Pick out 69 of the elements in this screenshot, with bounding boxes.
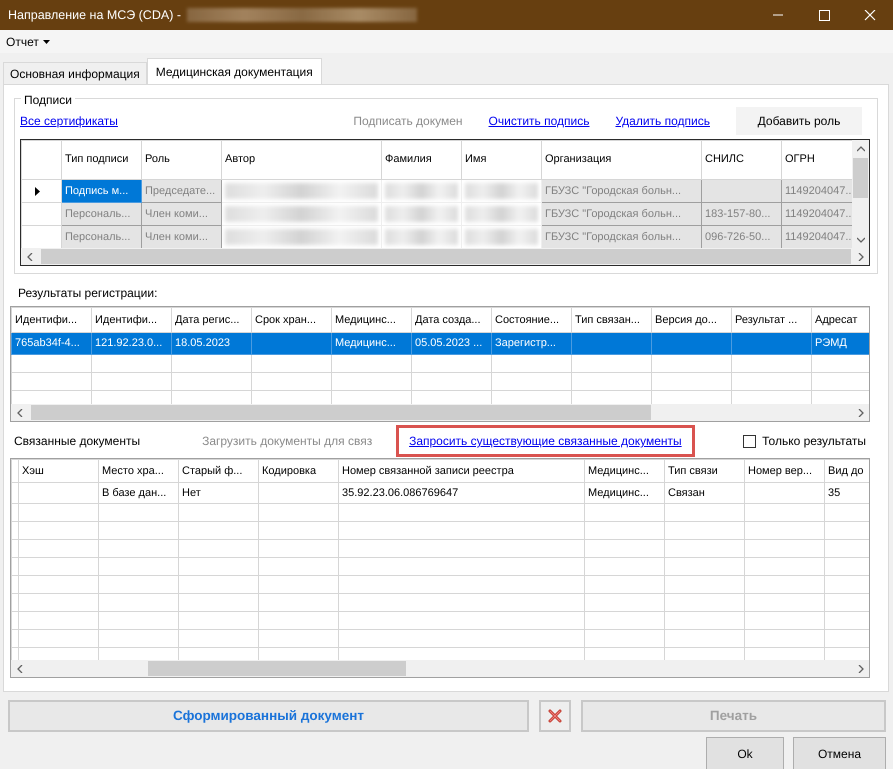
scroll-right-icon[interactable]: [858, 252, 864, 260]
scroll-left-icon[interactable]: [16, 408, 22, 416]
selection-highlight[interactable]: [252, 332, 332, 354]
column-header[interactable]: Старый ф...: [178, 460, 258, 482]
column-header[interactable]: Идентифи...: [12, 308, 92, 332]
column-header[interactable]: СНИЛС: [702, 140, 782, 180]
close-icon[interactable]: [864, 10, 876, 20]
request-link[interactable]: Запросить существующие связанные документы: [409, 434, 682, 448]
column-header[interactable]: Срок хран...: [252, 308, 332, 332]
vertical-scrollbar[interactable]: [852, 140, 869, 248]
column-header[interactable]: Медицинс...: [584, 460, 664, 482]
maximize-icon[interactable]: [818, 10, 830, 20]
scroll-left-icon[interactable]: [26, 252, 32, 260]
column-header[interactable]: Идентифи...: [92, 308, 172, 332]
horizontal-scrollbar[interactable]: [11, 404, 869, 421]
column-header[interactable]: Роль: [142, 140, 222, 180]
action-link[interactable]: Удалить подпись: [615, 112, 710, 130]
checkbox-label[interactable]: Только результаты: [762, 432, 866, 450]
column-header[interactable]: Организация: [542, 140, 702, 180]
cancel-button[interactable]: Отмена: [793, 737, 886, 769]
horizontal-scrollbar[interactable]: [21, 248, 869, 265]
row-pointer-icon: [35, 186, 40, 196]
column-header[interactable]: Адресат: [812, 308, 869, 332]
column-header[interactable]: Номер вер...: [744, 460, 824, 482]
column-header[interactable]: Тип связан...: [572, 308, 652, 332]
scrollbar-thumb[interactable]: [31, 405, 651, 420]
column-header[interactable]: Автор: [222, 140, 382, 180]
column-header[interactable]: Имя: [462, 140, 542, 180]
column-header[interactable]: Тип связи: [664, 460, 744, 482]
column-header[interactable]: Место хра...: [98, 460, 178, 482]
column-header[interactable]: Версия до...: [652, 308, 732, 332]
scroll-right-icon[interactable]: [858, 408, 864, 416]
document-button[interactable]: Сформированный документ: [8, 700, 529, 732]
scroll-down-icon[interactable]: [856, 237, 864, 243]
delete-icon: [548, 709, 562, 723]
section-title: Связанные документы: [14, 433, 140, 450]
table-cell[interactable]: 35: [828, 486, 840, 499]
checkbox[interactable]: [743, 434, 756, 448]
scroll-left-icon[interactable]: [16, 664, 22, 672]
scrollbar-thumb[interactable]: [148, 661, 406, 676]
ok-button[interactable]: Ok: [706, 737, 784, 769]
tab[interactable]: Основная информация: [3, 62, 147, 84]
delete-button[interactable]: [539, 700, 571, 732]
window-title: Направление на МСЭ (CDA) -: [8, 6, 181, 24]
scroll-right-icon[interactable]: [858, 664, 864, 672]
scrollbar-thumb[interactable]: [41, 249, 851, 264]
column-header[interactable]: Медицинс...: [332, 308, 412, 332]
tab[interactable]: Медицинская документация: [146, 58, 322, 84]
column-header[interactable]: Тип подписи: [62, 140, 142, 180]
column-header[interactable]: Хэш: [18, 460, 98, 482]
column-header[interactable]: Фамилия: [382, 140, 462, 180]
column-header[interactable]: Кодировка: [258, 460, 338, 482]
column-header[interactable]: Состояние...: [492, 308, 572, 332]
add-role-button[interactable]: Добавить роль: [736, 107, 862, 135]
row-header[interactable]: [22, 180, 62, 202]
menu-item[interactable]: Отчет: [4, 32, 52, 50]
table-cell[interactable]: Нет: [182, 486, 201, 499]
scroll-up-icon[interactable]: [856, 146, 864, 152]
column-header[interactable]: ОГРН: [782, 140, 852, 180]
column-header[interactable]: Дата созда...: [412, 308, 492, 332]
column-header[interactable]: Результат ...: [732, 308, 812, 332]
section-title: Результаты регистрации:: [18, 285, 158, 302]
column-header[interactable]: Дата регис...: [172, 308, 252, 332]
action-link[interactable]: Очистить подпись: [488, 112, 590, 130]
column-header[interactable]: Вид до: [824, 460, 869, 482]
horizontal-scrollbar[interactable]: [11, 660, 869, 677]
action-link[interactable]: Все сертификаты: [20, 112, 118, 130]
scrollbar-thumb[interactable]: [853, 158, 868, 198]
column-header[interactable]: Номер связанной записи реестра: [338, 460, 584, 482]
